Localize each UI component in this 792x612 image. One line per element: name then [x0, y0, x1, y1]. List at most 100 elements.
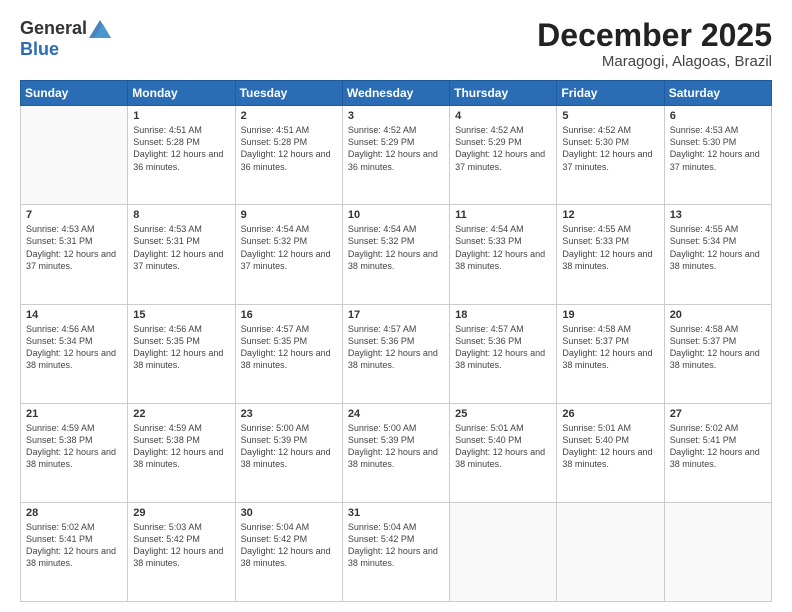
col-sunday: Sunday: [21, 81, 128, 106]
cell-info: Sunrise: 5:01 AM Sunset: 5:40 PM Dayligh…: [455, 422, 551, 471]
day-number: 11: [455, 209, 551, 221]
calendar-cell: 8 Sunrise: 4:53 AM Sunset: 5:31 PM Daylig…: [128, 205, 235, 304]
calendar-cell: 2Sunrise: 4:51 AM Sunset: 5:28 PM Daylig…: [235, 106, 342, 205]
day-number: 10: [348, 209, 444, 221]
header: General Blue December 2025 Maragogi, Ala…: [20, 18, 772, 70]
logo: General Blue: [20, 18, 111, 60]
calendar-cell: 13Sunrise: 4:55 AM Sunset: 5:34 PM Dayli…: [664, 205, 771, 304]
calendar-cell: 18 Sunrise: 4:57 AM Sunset: 5:36 PM Dayli…: [450, 304, 557, 403]
day-number: 21: [26, 408, 122, 420]
col-tuesday: Tuesday: [235, 81, 342, 106]
cell-info: Sunrise: 5:04 AM Sunset: 5:42 PM Dayligh…: [241, 521, 337, 570]
cell-info: Sunrise: 5:02 AM Sunset: 5:41 PM Dayligh…: [26, 521, 122, 570]
day-number: 4: [455, 110, 551, 122]
cell-info: Sunrise: 4:55 AM Sunset: 5:34 PM Dayligh…: [670, 223, 766, 272]
page: General Blue December 2025 Maragogi, Ala…: [0, 0, 792, 612]
cell-info: Sunrise: 5:01 AM Sunset: 5:40 PM Dayligh…: [562, 422, 658, 471]
week-row-1: 7Sunrise: 4:53 AM Sunset: 5:31 PM Daylig…: [21, 205, 772, 304]
calendar-cell: 7Sunrise: 4:53 AM Sunset: 5:31 PM Daylig…: [21, 205, 128, 304]
cell-info: Sunrise: 5:00 AM Sunset: 5:39 PM Dayligh…: [241, 422, 337, 471]
calendar-cell: 10 Sunrise: 4:54 AM Sunset: 5:32 PM Dayli…: [342, 205, 449, 304]
cell-info: Sunrise: 4:52 AM Sunset: 5:29 PM Dayligh…: [348, 124, 444, 173]
col-friday: Friday: [557, 81, 664, 106]
cell-info: Sunrise: 4:53 AM Sunset: 5:30 PM Dayligh…: [670, 124, 766, 173]
day-number: 31: [348, 507, 444, 519]
calendar-cell: 27 Sunrise: 5:02 AM Sunset: 5:41 PM Dayli…: [664, 403, 771, 502]
calendar-cell: [557, 502, 664, 601]
calendar-cell: 17 Sunrise: 4:57 AM Sunset: 5:36 PM Dayli…: [342, 304, 449, 403]
day-number: 23: [241, 408, 337, 420]
day-number: 18: [455, 309, 551, 321]
col-monday: Monday: [128, 81, 235, 106]
cell-info: Sunrise: 4:59 AM Sunset: 5:38 PM Dayligh…: [133, 422, 229, 471]
col-thursday: Thursday: [450, 81, 557, 106]
calendar-cell: 29 Sunrise: 5:03 AM Sunset: 5:42 PM Dayli…: [128, 502, 235, 601]
cell-info: Sunrise: 4:52 AM Sunset: 5:29 PM Dayligh…: [455, 124, 551, 173]
cell-info: Sunrise: 4:59 AM Sunset: 5:38 PM Dayligh…: [26, 422, 122, 471]
day-number: 19: [562, 309, 658, 321]
day-number: 14: [26, 309, 122, 321]
day-number: 15: [133, 309, 229, 321]
day-number: 6: [670, 110, 766, 122]
calendar-cell: 24Sunrise: 5:00 AM Sunset: 5:39 PM Dayli…: [342, 403, 449, 502]
calendar-cell: 23 Sunrise: 5:00 AM Sunset: 5:39 PM Dayli…: [235, 403, 342, 502]
calendar-cell: [450, 502, 557, 601]
day-number: 1: [133, 110, 229, 122]
calendar-cell: 30 Sunrise: 5:04 AM Sunset: 5:42 PM Dayli…: [235, 502, 342, 601]
day-number: 9: [241, 209, 337, 221]
cell-info: Sunrise: 4:52 AM Sunset: 5:30 PM Dayligh…: [562, 124, 658, 173]
week-row-0: 1 Sunrise: 4:51 AM Sunset: 5:28 PM Daylig…: [21, 106, 772, 205]
calendar-cell: 31Sunrise: 5:04 AM Sunset: 5:42 PM Dayli…: [342, 502, 449, 601]
calendar-cell: 15Sunrise: 4:56 AM Sunset: 5:35 PM Dayli…: [128, 304, 235, 403]
cell-info: Sunrise: 4:57 AM Sunset: 5:36 PM Dayligh…: [348, 323, 444, 372]
calendar-cell: [21, 106, 128, 205]
logo-blue-text: Blue: [20, 39, 59, 59]
calendar-cell: 22 Sunrise: 4:59 AM Sunset: 5:38 PM Dayli…: [128, 403, 235, 502]
day-number: 25: [455, 408, 551, 420]
calendar-cell: 11Sunrise: 4:54 AM Sunset: 5:33 PM Dayli…: [450, 205, 557, 304]
calendar-cell: 19 Sunrise: 4:58 AM Sunset: 5:37 PM Dayli…: [557, 304, 664, 403]
cell-info: Sunrise: 4:53 AM Sunset: 5:31 PM Dayligh…: [133, 223, 229, 272]
title-block: December 2025 Maragogi, Alagoas, Brazil: [537, 18, 772, 70]
calendar-cell: 25 Sunrise: 5:01 AM Sunset: 5:40 PM Dayli…: [450, 403, 557, 502]
calendar-cell: 21 Sunrise: 4:59 AM Sunset: 5:38 PM Dayli…: [21, 403, 128, 502]
day-number: 17: [348, 309, 444, 321]
cell-info: Sunrise: 4:54 AM Sunset: 5:32 PM Dayligh…: [241, 223, 337, 272]
calendar-cell: 6 Sunrise: 4:53 AM Sunset: 5:30 PM Daylig…: [664, 106, 771, 205]
logo-icon: [89, 20, 111, 38]
cell-info: Sunrise: 4:57 AM Sunset: 5:35 PM Dayligh…: [241, 323, 337, 372]
cell-info: Sunrise: 4:58 AM Sunset: 5:37 PM Dayligh…: [670, 323, 766, 372]
cell-info: Sunrise: 4:57 AM Sunset: 5:36 PM Dayligh…: [455, 323, 551, 372]
day-number: 16: [241, 309, 337, 321]
calendar-cell: 28Sunrise: 5:02 AM Sunset: 5:41 PM Dayli…: [21, 502, 128, 601]
day-number: 12: [562, 209, 658, 221]
calendar-cell: 9 Sunrise: 4:54 AM Sunset: 5:32 PM Daylig…: [235, 205, 342, 304]
cell-info: Sunrise: 4:56 AM Sunset: 5:34 PM Dayligh…: [26, 323, 122, 372]
day-number: 5: [562, 110, 658, 122]
day-number: 30: [241, 507, 337, 519]
week-row-3: 21 Sunrise: 4:59 AM Sunset: 5:38 PM Dayli…: [21, 403, 772, 502]
cell-info: Sunrise: 4:55 AM Sunset: 5:33 PM Dayligh…: [562, 223, 658, 272]
calendar-cell: 26 Sunrise: 5:01 AM Sunset: 5:40 PM Dayli…: [557, 403, 664, 502]
calendar-cell: 12 Sunrise: 4:55 AM Sunset: 5:33 PM Dayli…: [557, 205, 664, 304]
day-number: 20: [670, 309, 766, 321]
calendar-header-row: Sunday Monday Tuesday Wednesday Thursday…: [21, 81, 772, 106]
calendar-cell: 14 Sunrise: 4:56 AM Sunset: 5:34 PM Dayli…: [21, 304, 128, 403]
day-number: 22: [133, 408, 229, 420]
calendar-cell: 1Sunrise: 4:51 AM Sunset: 5:28 PM Daylig…: [128, 106, 235, 205]
calendar-cell: 20 Sunrise: 4:58 AM Sunset: 5:37 PM Dayli…: [664, 304, 771, 403]
week-row-2: 14 Sunrise: 4:56 AM Sunset: 5:34 PM Dayli…: [21, 304, 772, 403]
cell-info: Sunrise: 4:53 AM Sunset: 5:31 PM Dayligh…: [26, 223, 122, 272]
calendar-cell: 16 Sunrise: 4:57 AM Sunset: 5:35 PM Dayli…: [235, 304, 342, 403]
cell-info: Sunrise: 4:51 AM Sunset: 5:28 PM Dayligh…: [241, 124, 337, 173]
day-number: 29: [133, 507, 229, 519]
day-number: 26: [562, 408, 658, 420]
calendar-cell: 4 Sunrise: 4:52 AM Sunset: 5:29 PM Daylig…: [450, 106, 557, 205]
day-number: 24: [348, 408, 444, 420]
day-number: 8: [133, 209, 229, 221]
cell-info: Sunrise: 5:02 AM Sunset: 5:41 PM Dayligh…: [670, 422, 766, 471]
cell-info: Sunrise: 4:58 AM Sunset: 5:37 PM Dayligh…: [562, 323, 658, 372]
cell-info: Sunrise: 5:03 AM Sunset: 5:42 PM Dayligh…: [133, 521, 229, 570]
cell-info: Sunrise: 4:54 AM Sunset: 5:32 PM Dayligh…: [348, 223, 444, 272]
day-number: 27: [670, 408, 766, 420]
